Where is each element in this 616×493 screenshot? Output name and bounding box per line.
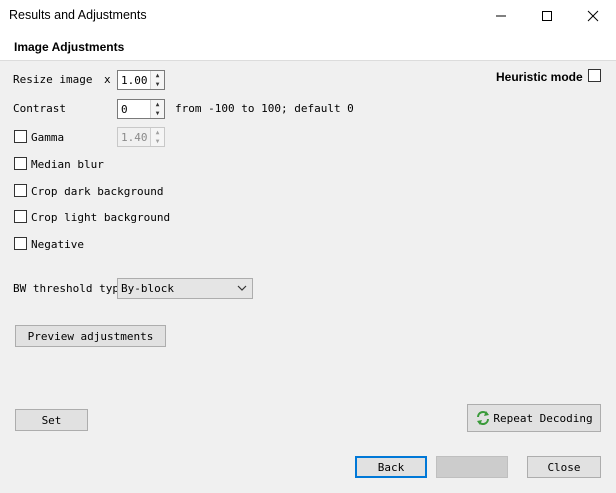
resize-label: Resize image xyxy=(13,73,93,86)
spin-up-icon[interactable]: ▲ xyxy=(151,128,164,137)
close-window-button[interactable] xyxy=(570,0,616,31)
median-blur-checkbox[interactable] xyxy=(14,157,27,170)
contrast-spin-arrows[interactable]: ▲ ▼ xyxy=(150,100,164,118)
chevron-down-icon xyxy=(237,285,247,291)
gamma-label: Gamma xyxy=(31,131,65,144)
back-button[interactable]: Back xyxy=(355,456,427,478)
gamma-checkbox[interactable] xyxy=(14,130,27,143)
repeat-decoding-button[interactable]: Repeat Decoding xyxy=(467,404,601,432)
contrast-value: 0 xyxy=(121,103,128,116)
window-title: Results and Adjustments xyxy=(9,8,147,22)
crop-dark-checkbox[interactable] xyxy=(14,184,27,197)
section-header: Image Adjustments xyxy=(0,31,616,61)
contrast-spinbox[interactable]: 0 ▲ ▼ xyxy=(117,99,165,119)
spin-down-icon[interactable]: ▼ xyxy=(151,109,164,118)
negative-checkbox[interactable] xyxy=(14,237,27,250)
maximize-icon xyxy=(542,10,552,21)
gamma-spin-arrows[interactable]: ▲ ▼ xyxy=(150,128,164,146)
crop-light-checkbox[interactable] xyxy=(14,210,27,223)
resize-value: 1.00 xyxy=(121,74,148,87)
refresh-icon xyxy=(477,411,490,425)
set-button[interactable]: Set xyxy=(15,409,88,431)
preview-adjustments-label: Preview adjustments xyxy=(27,329,154,343)
crop-dark-label: Crop dark background xyxy=(31,185,164,198)
title-bar: Results and Adjustments xyxy=(0,0,616,31)
repeat-decoding-label: Repeat Decoding xyxy=(493,411,593,425)
close-label: Close xyxy=(547,460,581,474)
resize-spinbox[interactable]: 1.00 ▲ ▼ xyxy=(117,70,165,90)
resize-multiplier: x xyxy=(104,73,111,86)
spin-down-icon[interactable]: ▼ xyxy=(151,80,164,89)
negative-label: Negative xyxy=(31,238,84,251)
crop-light-label: Crop light background xyxy=(31,211,171,224)
bw-threshold-label: BW threshold type xyxy=(13,282,126,295)
gamma-spinbox[interactable]: 1.40 ▲ ▼ xyxy=(117,127,165,147)
median-blur-label: Median blur xyxy=(31,158,104,171)
contrast-label: Contrast xyxy=(13,102,66,115)
close-icon xyxy=(587,10,599,21)
preview-adjustments-button[interactable]: Preview adjustments xyxy=(15,325,166,347)
next-button[interactable] xyxy=(436,456,508,478)
bw-threshold-value: By-block xyxy=(121,282,174,295)
set-label: Set xyxy=(41,413,62,427)
heuristic-mode-checkbox[interactable] xyxy=(588,69,601,82)
spin-up-icon[interactable]: ▲ xyxy=(151,71,164,80)
contrast-hint: from -100 to 100; default 0 xyxy=(175,102,354,115)
resize-spin-arrows[interactable]: ▲ ▼ xyxy=(150,71,164,89)
back-label: Back xyxy=(377,460,405,474)
heuristic-mode-label: Heuristic mode xyxy=(496,70,583,84)
minimize-icon xyxy=(496,15,506,16)
maximize-button[interactable] xyxy=(524,0,570,31)
section-heading: Image Adjustments xyxy=(14,40,125,54)
spin-up-icon[interactable]: ▲ xyxy=(151,100,164,109)
bw-threshold-select[interactable]: By-block xyxy=(117,278,253,299)
close-button[interactable]: Close xyxy=(527,456,601,478)
minimize-button[interactable] xyxy=(478,0,524,31)
spin-down-icon[interactable]: ▼ xyxy=(151,137,164,146)
gamma-value: 1.40 xyxy=(121,131,148,144)
